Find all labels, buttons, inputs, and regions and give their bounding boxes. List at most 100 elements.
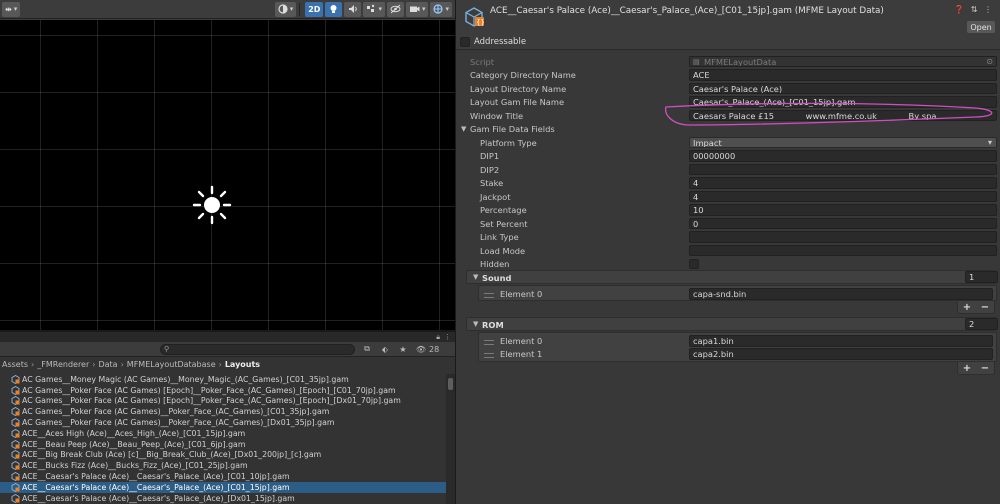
load-mode-field[interactable] [689,244,997,257]
dip2-field[interactable] [689,163,997,176]
drag-handle-icon[interactable] [484,340,494,345]
file-list-item[interactable]: ACE__Big Break Club (Ace) [c]__Big_Break… [0,450,446,461]
file-list-item[interactable]: ACE__Caesar's Palace (Ace)__Caesar's_Pal… [0,493,446,504]
breadcrumb-item[interactable]: Assets [2,360,28,369]
sound-size-field[interactable]: 1 [965,271,998,283]
directional-light-icon[interactable] [192,185,232,225]
file-list-item[interactable]: AC Games__Poker Face (AC Games)__Poker_F… [0,406,446,417]
layout-dir-field[interactable]: Caesar's Palace (Ace) [689,82,997,95]
rom-list-header[interactable]: ▼ ROM [466,317,997,331]
camera-button[interactable] [405,1,429,17]
category-dir-field[interactable]: ACE [689,69,997,81]
open-button[interactable]: Open [967,21,995,33]
add-element-button[interactable]: + [963,302,971,313]
dip1-field[interactable]: 00000000 [689,150,997,162]
rom-size-field[interactable]: 2 [965,318,998,330]
breadcrumb-item[interactable]: _FMRenderer [37,360,89,369]
platform-dropdown[interactable]: Impact [689,136,997,149]
project-panel: 🔒︎ ⋮ ⚲ ⧉ ⬖ ★ 👁︎ 28 Assets › _FMRenderer › … [0,330,455,504]
rom-element-field[interactable]: capa1.bin [689,335,993,347]
file-list-item[interactable]: ACE__Beau Peep (Ace)__Beau_Peep_(Ace)_[C… [0,439,446,450]
load-mode-label: Load Mode [480,245,526,256]
filter-by-label-icon[interactable]: ⬖ [379,344,391,355]
effects-button[interactable] [363,1,385,17]
audio-toggle-button[interactable] [344,1,362,17]
script-file-icon: ▤ [693,57,700,66]
project-search-input[interactable]: ⚲ [160,343,355,355]
file-list-item[interactable]: AC Games__Poker Face (AC Games) [Epoch]_… [0,396,446,407]
search-icon: ⚲ [164,345,170,353]
breadcrumb-separator: › [120,360,124,369]
scriptable-asset-icon [11,482,20,492]
file-name: ACE__Bucks Fizz (Ace)__Bucks_Fizz_(Ace)_… [22,461,248,471]
breadcrumb-item[interactable]: MFMELayoutDatabase [127,360,216,369]
hidden-objects-button[interactable] [386,1,404,17]
window-title-field[interactable]: Caesars Palace £15 www.mfme.co.uk By spa [689,109,997,122]
2d-toggle-button[interactable]: 2D [305,1,324,17]
file-name: ACE__Aces High (Ace)__Aces_High_(Ace)_[C… [22,428,246,438]
gam-section-row[interactable]: ▼ Gam File Data Fields [456,123,1000,136]
percentage-field[interactable]: 10 [689,204,997,216]
file-list-item[interactable]: AC Games__Money Magic (AC Games)__Money_… [0,374,446,385]
scene-viewport[interactable] [0,20,455,330]
add-element-button[interactable]: + [963,363,971,374]
breadcrumb-item[interactable]: Data [98,360,117,369]
link-type-field[interactable] [689,231,997,243]
file-list-item[interactable]: ACE__Bucks Fizz (Ace)__Bucks_Fizz_(Ace)_… [0,460,446,471]
scriptable-asset-icon [11,450,20,460]
set-percent-field[interactable]: 0 [689,217,997,230]
hidden-packages-icon[interactable]: 👁︎ [415,344,427,355]
file-list-item[interactable]: AC Games__Poker Face (AC Games) [Epoch]_… [0,385,446,396]
stake-field[interactable]: 4 [689,177,997,189]
addressable-row: Addressable [456,35,1000,50]
file-list-item[interactable]: ACE__Caesar's Palace (Ace)__Caesar's_Pal… [0,471,446,482]
filter-by-type-icon[interactable]: ⧉ [361,344,373,355]
jackpot-field[interactable]: 4 [689,190,997,203]
dip2-label: DIP2 [480,164,500,175]
favorites-star-icon[interactable]: ★ [397,344,409,355]
stake-row: Stake 4 [456,177,1000,190]
lighting-toggle-button[interactable] [325,1,343,17]
gam-file-field[interactable]: Caesar's_Palace_(Ace)_[C01_15jp].gam [689,96,997,108]
file-name: AC Games__Poker Face (AC Games)__Poker_F… [22,418,335,428]
sound-list-header[interactable]: ▼ Sound [466,270,997,284]
remove-element-button[interactable]: − [981,363,989,374]
category-dir-label: Category Directory Name [470,70,576,80]
set-percent-label: Set Percent [480,218,528,229]
file-name: ACE__Caesar's Palace (Ace)__Caesar's_Pal… [22,482,290,492]
hidden-count: 28 [429,344,440,354]
file-list-item[interactable]: ACE__Caesar's Palace (Ace)__Caesar's_Pal… [0,481,446,493]
percentage-label: Percentage [480,205,527,215]
scrollbar-thumb[interactable] [448,378,453,390]
jackpot-label: Jackpot [480,191,511,202]
breadcrumb-separator: › [218,360,222,369]
tool-handle-button[interactable]: ⇹ [2,1,21,17]
rom-element-field[interactable]: capa2.bin [689,348,993,360]
gizmos-button[interactable] [430,1,452,17]
foldout-expanded-icon[interactable]: ▼ [473,273,478,281]
lightbulb-icon [330,5,337,13]
menu-icon[interactable]: ⋮ [444,333,451,341]
category-dir-row: Category Directory Name ACE [456,69,1000,82]
lock-icon[interactable]: 🔒︎ [436,333,440,342]
foldout-expanded-icon[interactable]: ▼ [473,320,478,328]
file-list-item[interactable]: ACE__Aces High (Ace)__Aces_High_(Ace)_[C… [0,428,446,439]
drag-handle-icon[interactable] [484,353,494,358]
hidden-checkbox[interactable] [689,259,699,269]
file-list-scrollbar[interactable] [446,374,455,504]
set-percent-row: Set Percent 0 [456,217,1000,230]
file-list-item[interactable]: AC Games__Poker Face (AC Games)__Poker_F… [0,417,446,428]
file-name: AC Games__Poker Face (AC Games) [Epoch]_… [22,385,396,395]
remove-element-button[interactable]: − [981,302,989,313]
shading-mode-button[interactable] [274,1,297,17]
sound-element-field[interactable]: capa-snd.bin [689,288,993,300]
help-settings-icon[interactable]: ❓ ⇅ ⋮ [954,5,994,14]
addressable-checkbox[interactable] [460,37,470,47]
sound-list-label: Sound [482,273,512,283]
drag-handle-icon[interactable] [484,293,494,298]
scriptable-asset-icon [11,428,20,438]
script-label: Script [470,56,495,67]
inspector-title: ACE__Caesar's Palace (Ace)__Caesar's_Pal… [490,6,884,16]
foldout-expanded-icon[interactable]: ▼ [461,125,466,133]
breadcrumb-current[interactable]: Layouts [225,360,260,369]
